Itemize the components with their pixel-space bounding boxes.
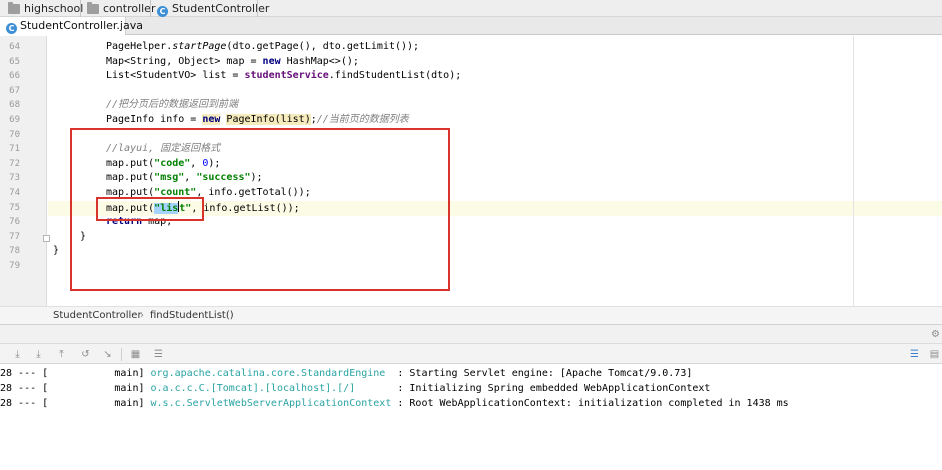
panel-divider[interactable]: ⚙ [0, 324, 942, 343]
soft-wrap-icon[interactable]: ↘ [102, 349, 113, 360]
align-icon[interactable]: ☰ [909, 349, 920, 360]
code-line-69: PageInfo info = new PageInfo(list);//当前页… [106, 114, 409, 125]
breadcrumb-separator [150, 0, 151, 17]
breadcrumb-item-studentcontroller[interactable]: C StudentController [157, 0, 269, 17]
settings-gear-icon[interactable]: ⚙ [930, 329, 941, 340]
table-icon[interactable]: ▦ [130, 349, 141, 360]
line-number-gutter[interactable]: 64 65 66 67 68 69 70 71 72 73 74 75 76 7… [0, 36, 50, 306]
console-line: 28 --- [ main] o.a.c.c.C.[Tomcat].[local… [0, 383, 711, 394]
editor-breadcrumb-class[interactable]: StudentController [53, 307, 142, 325]
restore-icon[interactable]: ↺ [80, 349, 91, 360]
editor-breadcrumb-separator: › [140, 310, 144, 321]
more-icon[interactable]: ▤ [929, 349, 940, 360]
line-number: 78 [9, 246, 20, 257]
breadcrumb-item-highschool[interactable]: highschool [8, 0, 83, 17]
editor-tab-bar: C StudentController.java [0, 17, 942, 35]
console-line: 28 --- [ main] org.apache.catalina.core.… [0, 368, 693, 379]
download-icon[interactable]: ⤓ [33, 349, 44, 360]
line-number: 67 [9, 85, 20, 96]
fold-marker-icon[interactable] [43, 235, 50, 242]
line-number: 79 [9, 261, 20, 271]
right-margin-guide [853, 36, 854, 306]
editor-breadcrumb: StudentController › findStudentList() [0, 306, 942, 324]
line-number: 69 [9, 115, 20, 125]
line-number: 72 [9, 158, 20, 169]
line-number: 65 [9, 56, 20, 67]
line-number: 73 [9, 173, 20, 184]
line-number: 71 [9, 144, 20, 155]
console-line: 28 --- [ main] w.s.c.ServletWebServerApp… [0, 398, 789, 409]
breadcrumb-separator [257, 0, 258, 17]
class-icon: C [6, 23, 17, 34]
toolbar-separator [121, 348, 122, 361]
line-number: 77 [9, 231, 20, 242]
editor-breadcrumb-method[interactable]: findStudentList() [150, 307, 234, 325]
code-line-65: Map<String, Object> map = new HashMap<>(… [106, 55, 359, 67]
folder-icon [87, 2, 99, 14]
console-output[interactable]: 28 --- [ main] org.apache.catalina.core.… [0, 365, 942, 470]
line-number: 74 [9, 188, 20, 198]
navigation-breadcrumb: highschool controller C StudentController [0, 0, 942, 17]
tab-studentcontroller-java[interactable]: C StudentController.java [0, 17, 143, 35]
code-line-64: PageHelper.startPage(dto.getPage(), dto.… [106, 41, 420, 52]
folder-icon [8, 2, 20, 14]
breadcrumb-item-controller[interactable]: controller [87, 0, 155, 17]
code-line-78: } [53, 245, 60, 257]
upload-icon[interactable]: ⤒ [56, 349, 67, 360]
line-number: 68 [9, 100, 20, 111]
annotation-box-small [96, 197, 204, 221]
code-editor[interactable]: 64 65 66 67 68 69 70 71 72 73 74 75 76 7… [0, 36, 942, 306]
settings-list-icon[interactable]: ☰ [153, 349, 164, 360]
line-number: 70 [9, 129, 20, 140]
code-line-66: List<StudentVO> list = studentService.fi… [106, 70, 462, 82]
scroll-down-icon[interactable]: ⤓ [12, 349, 23, 360]
breadcrumb-separator [80, 0, 81, 17]
console-toolbar: ⤓ ⤓ ⤒ ↺ ↘ ▦ ☰ ☰ ▤ [0, 343, 942, 364]
line-number: 76 [9, 217, 20, 228]
code-line-68: //把分页后的数据返回到前端 [106, 99, 239, 111]
class-icon: C [157, 6, 168, 17]
line-number: 64 [9, 42, 20, 52]
line-number: 66 [9, 71, 20, 82]
line-number: 75 [9, 202, 20, 213]
